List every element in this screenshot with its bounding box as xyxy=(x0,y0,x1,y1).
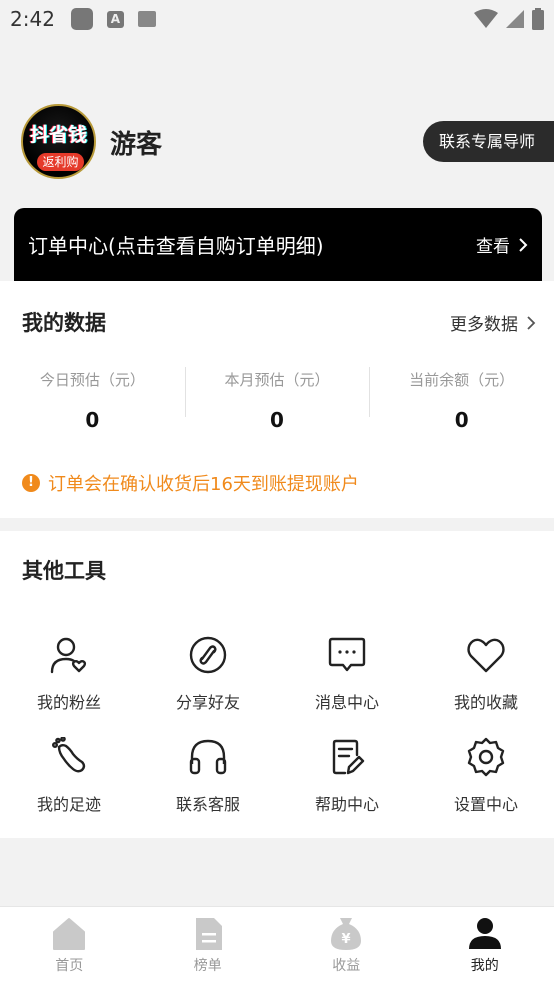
tool-label: 分享好友 xyxy=(175,693,240,712)
app-notification-icon xyxy=(70,8,93,30)
avatar-logo-text: 抖省钱 xyxy=(29,124,87,146)
order-center-bar[interactable]: 订单中心(点击查看自购订单明细) 查看 xyxy=(14,208,542,281)
settlement-notice: ! 订单会在确认收货后16天到账提现账户 xyxy=(22,470,359,496)
list-doc-icon xyxy=(195,918,222,950)
tool-settings-center[interactable]: 设置中心 xyxy=(426,737,546,817)
tool-my-fans[interactable]: 我的粉丝 xyxy=(9,635,129,715)
profile-header: 抖省钱 返利购 游客 联系专属导师 xyxy=(0,100,554,185)
nav-label: 收益 xyxy=(332,958,361,974)
other-tools-title: 其他工具 xyxy=(22,559,106,583)
settings-gear-icon xyxy=(467,737,505,777)
tool-label: 消息中心 xyxy=(314,693,379,712)
tool-my-favorites[interactable]: 我的收藏 xyxy=(426,635,546,715)
user-heart-icon xyxy=(50,637,87,674)
stat-label: 本月预估（元） xyxy=(224,371,330,389)
signal-icon xyxy=(506,10,524,28)
tool-message-center[interactable]: 消息中心 xyxy=(287,635,407,715)
stat-value: 0 xyxy=(270,408,284,432)
status-icons-left: A xyxy=(70,8,156,30)
tool-label: 我的足迹 xyxy=(36,795,101,814)
tool-label: 我的粉丝 xyxy=(36,693,101,712)
stat-today[interactable]: 今日预估（元） 0 xyxy=(0,367,185,432)
alert-icon: ! xyxy=(22,474,40,492)
tool-customer-service[interactable]: 联系客服 xyxy=(148,737,268,817)
a-notification-icon: A xyxy=(106,10,124,28)
contact-mentor-button[interactable]: 联系专属导师 xyxy=(423,121,554,162)
svg-text:¥: ¥ xyxy=(342,932,351,947)
stat-label: 当前余额（元） xyxy=(409,371,515,389)
stat-label: 今日预估（元） xyxy=(39,371,145,389)
tool-my-footprints[interactable]: 我的足迹 xyxy=(9,737,129,817)
other-tools-card: 其他工具 我的粉丝 分享好友 消息中心 我的收藏 我的足迹 联系客服 帮助中心 … xyxy=(0,531,554,838)
nav-ranking[interactable]: 榜单 xyxy=(139,907,278,984)
wifi-icon xyxy=(474,9,498,28)
stat-value: 0 xyxy=(454,408,469,432)
order-center-title: 订单中心(点击查看自购订单明细) xyxy=(28,234,324,258)
my-data-title: 我的数据 xyxy=(22,311,106,335)
nav-mine[interactable]: 我的 xyxy=(416,907,554,984)
notice-text: 订单会在确认收货后16天到账提现账户 xyxy=(48,474,359,495)
tool-label: 帮助中心 xyxy=(314,795,379,814)
tool-label: 我的收藏 xyxy=(453,693,518,712)
message-icon xyxy=(328,637,366,672)
book-notification-icon xyxy=(137,11,156,27)
order-view-link[interactable]: 查看 xyxy=(476,232,528,257)
help-doc-icon xyxy=(332,739,365,775)
user-name[interactable]: 游客 xyxy=(110,124,162,161)
my-data-card: 我的数据 更多数据 今日预估（元） 0 本月预估（元） 0 当前余额（元） 0 … xyxy=(0,281,554,518)
status-bar: 2:42 A xyxy=(0,0,554,38)
avatar-logo-subtext: 返利购 xyxy=(37,153,84,171)
money-bag-icon: ¥ xyxy=(331,918,362,950)
stat-month[interactable]: 本月预估（元） 0 xyxy=(184,367,370,432)
nav-label: 首页 xyxy=(55,958,84,974)
footprint-icon xyxy=(51,737,86,773)
battery-icon xyxy=(532,8,544,30)
nav-earnings[interactable]: ¥ 收益 xyxy=(277,907,416,984)
chevron-right-icon xyxy=(519,237,528,252)
more-data-link[interactable]: 更多数据 xyxy=(450,310,536,335)
stat-balance[interactable]: 当前余额（元） 0 xyxy=(369,367,554,432)
status-icons-right xyxy=(474,8,544,30)
stats-row: 今日预估（元） 0 本月预估（元） 0 当前余额（元） 0 xyxy=(0,367,554,432)
share-link-icon xyxy=(189,636,227,674)
tool-label: 联系客服 xyxy=(175,795,240,814)
bottom-nav: 首页 榜单 ¥ 收益 我的 xyxy=(0,906,554,984)
tool-help-center[interactable]: 帮助中心 xyxy=(287,737,407,817)
chevron-right-icon xyxy=(527,315,536,330)
headset-icon xyxy=(189,739,227,775)
person-icon xyxy=(468,918,501,949)
order-view-label: 查看 xyxy=(476,237,510,257)
nav-label: 榜单 xyxy=(193,958,222,974)
nav-home[interactable]: 首页 xyxy=(0,907,139,984)
nav-label: 我的 xyxy=(470,958,499,974)
tool-share-friends[interactable]: 分享好友 xyxy=(148,635,268,715)
avatar[interactable]: 抖省钱 返利购 xyxy=(21,104,96,179)
tool-label: 设置中心 xyxy=(453,795,518,814)
home-icon xyxy=(53,918,86,950)
stat-value: 0 xyxy=(85,408,100,432)
more-data-label: 更多数据 xyxy=(450,315,518,335)
heart-icon xyxy=(467,638,505,673)
status-time: 2:42 xyxy=(10,7,55,31)
